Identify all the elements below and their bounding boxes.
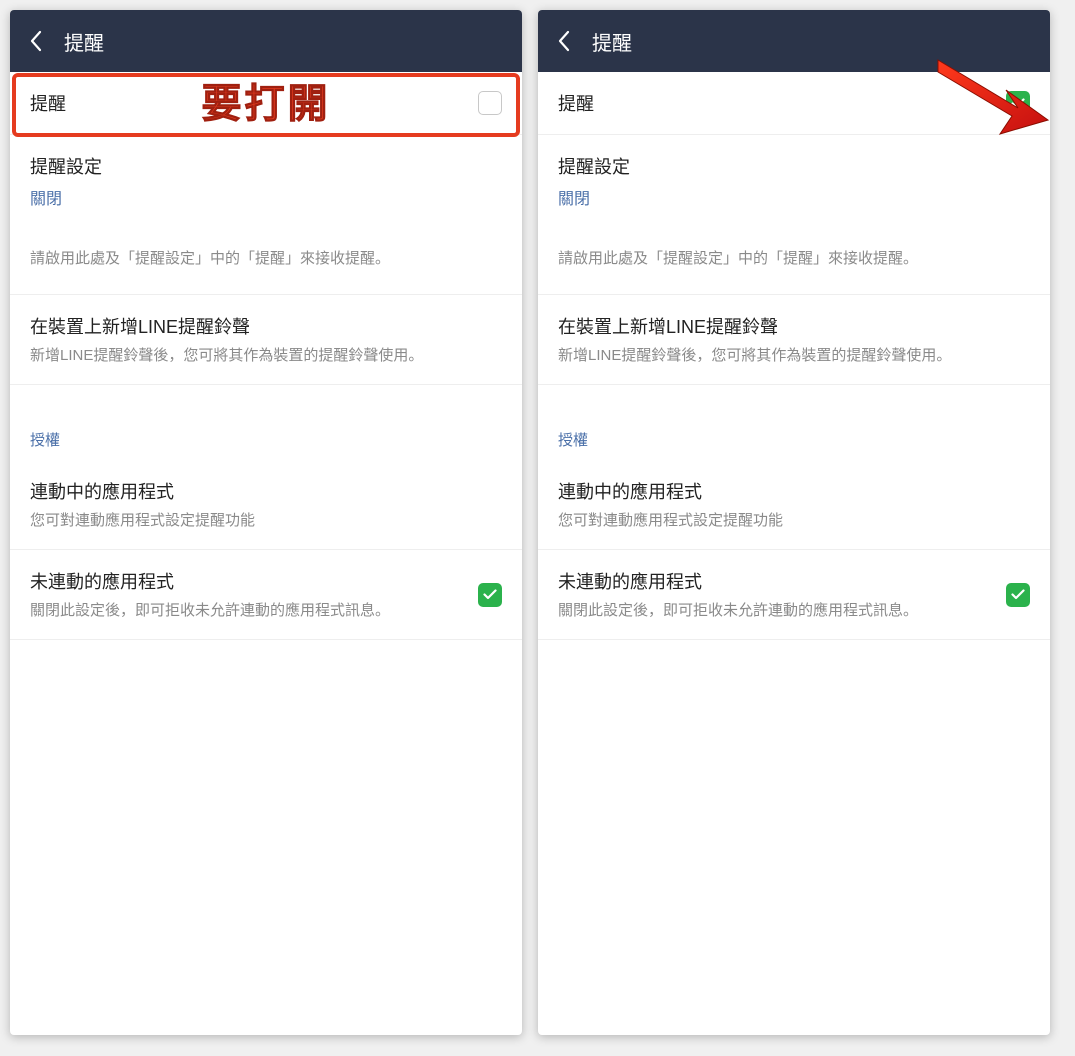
row-notify-toggle[interactable]: 提醒 — [538, 72, 1050, 135]
app-header: 提醒 — [10, 10, 522, 72]
left-phone-frame: 要打開 提醒 提醒 提醒設定 關閉 請啟用此處及「提醒設定」中的「提醒」來接收提… — [10, 10, 522, 1035]
row-notify-label: 提醒 — [558, 90, 1006, 116]
row-unlinked-label: 未連動的應用程式 — [30, 568, 478, 594]
app-header: 提醒 — [538, 10, 1050, 72]
row-unlinked-apps[interactable]: 未連動的應用程式 關閉此設定後，即可拒收未允許連動的應用程式訊息。 — [538, 550, 1050, 640]
section-auth-label: 授權 — [538, 385, 1050, 460]
row-settings-label: 提醒設定 — [558, 153, 1030, 179]
row-unlinked-sub: 關閉此設定後，即可拒收未允許連動的應用程式訊息。 — [558, 600, 1006, 621]
notify-hint-text: 請啟用此處及「提醒設定」中的「提醒」來接收提醒。 — [10, 227, 522, 295]
page-title: 提醒 — [592, 27, 632, 56]
right-phone-frame: 提醒 提醒 提醒設定 關閉 請啟用此處及「提醒設定」中的「提醒」來接收提醒。 在… — [538, 10, 1050, 1035]
content-area: 提醒 提醒設定 關閉 請啟用此處及「提醒設定」中的「提醒」來接收提醒。 在裝置上… — [10, 72, 522, 1035]
row-ringtone-label: 在裝置上新增LINE提醒鈴聲 — [30, 313, 502, 339]
checkbox-checked-icon[interactable] — [1006, 91, 1030, 115]
notify-hint-text: 請啟用此處及「提醒設定」中的「提醒」來接收提醒。 — [538, 227, 1050, 295]
row-notify-settings[interactable]: 提醒設定 關閉 — [10, 135, 522, 227]
row-notify-toggle[interactable]: 提醒 — [10, 72, 522, 135]
row-settings-label: 提醒設定 — [30, 153, 502, 179]
row-settings-status: 關閉 — [30, 185, 502, 209]
row-linked-label: 連動中的應用程式 — [30, 478, 502, 504]
section-auth-label: 授權 — [10, 385, 522, 460]
row-linked-sub: 您可對連動應用程式設定提醒功能 — [558, 510, 1030, 531]
back-icon[interactable] — [552, 29, 576, 53]
row-unlinked-sub: 關閉此設定後，即可拒收未允許連動的應用程式訊息。 — [30, 600, 478, 621]
checkbox-unchecked-icon[interactable] — [478, 91, 502, 115]
row-unlinked-apps[interactable]: 未連動的應用程式 關閉此設定後，即可拒收未允許連動的應用程式訊息。 — [10, 550, 522, 640]
row-linked-apps[interactable]: 連動中的應用程式 您可對連動應用程式設定提醒功能 — [10, 460, 522, 550]
row-notify-label: 提醒 — [30, 90, 478, 116]
row-unlinked-label: 未連動的應用程式 — [558, 568, 1006, 594]
row-settings-status: 關閉 — [558, 185, 1030, 209]
row-notify-settings[interactable]: 提醒設定 關閉 — [538, 135, 1050, 227]
content-area: 提醒 提醒設定 關閉 請啟用此處及「提醒設定」中的「提醒」來接收提醒。 在裝置上… — [538, 72, 1050, 1035]
row-ringtone-sub: 新增LINE提醒鈴聲後，您可將其作為裝置的提醒鈴聲使用。 — [558, 345, 1030, 366]
checkbox-checked-icon[interactable] — [478, 583, 502, 607]
row-add-ringtone[interactable]: 在裝置上新增LINE提醒鈴聲 新增LINE提醒鈴聲後，您可將其作為裝置的提醒鈴聲… — [10, 295, 522, 385]
row-ringtone-label: 在裝置上新增LINE提醒鈴聲 — [558, 313, 1030, 339]
row-linked-apps[interactable]: 連動中的應用程式 您可對連動應用程式設定提醒功能 — [538, 460, 1050, 550]
row-linked-sub: 您可對連動應用程式設定提醒功能 — [30, 510, 502, 531]
back-icon[interactable] — [24, 29, 48, 53]
page-title: 提醒 — [64, 27, 104, 56]
row-ringtone-sub: 新增LINE提醒鈴聲後，您可將其作為裝置的提醒鈴聲使用。 — [30, 345, 502, 366]
row-linked-label: 連動中的應用程式 — [558, 478, 1030, 504]
checkbox-checked-icon[interactable] — [1006, 583, 1030, 607]
row-add-ringtone[interactable]: 在裝置上新增LINE提醒鈴聲 新增LINE提醒鈴聲後，您可將其作為裝置的提醒鈴聲… — [538, 295, 1050, 385]
